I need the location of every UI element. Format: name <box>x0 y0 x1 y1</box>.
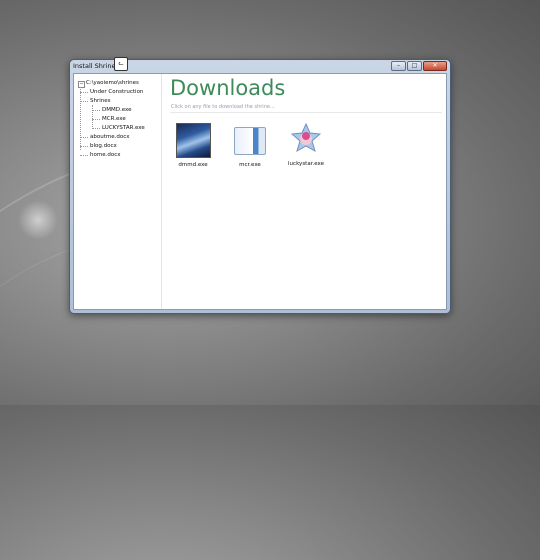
instruction-text: Click on any file to download the shrine… <box>171 104 275 110</box>
close-button[interactable]: ✕ <box>423 61 447 71</box>
window-controls: – □ ✕ <box>391 61 447 71</box>
window-client: − C:\yaoiemo\shrines Under Construction … <box>73 73 447 310</box>
tree-line <box>80 92 88 93</box>
title-bar[interactable]: Install Shrine? ᓚ – □ ✕ <box>70 57 450 73</box>
tree-item-under-construction[interactable]: Under Construction <box>90 89 143 96</box>
downloads-panel: Downloads Click on any file to download … <box>162 74 446 309</box>
executable-window-icon <box>234 127 266 155</box>
anime-thumbnail-icon <box>175 123 211 158</box>
tree-item-luckystar[interactable]: LUCKYSTAR.exe <box>102 125 145 132</box>
star-icon <box>290 122 322 153</box>
file-label: mcr.exe <box>239 162 261 168</box>
file-label: luckystar.exe <box>288 161 324 167</box>
cat-icon: ᓚ <box>114 57 128 71</box>
tree-line <box>92 110 100 111</box>
page-title: Downloads <box>170 76 286 100</box>
tree-item-aboutme[interactable]: aboutme.docx <box>90 134 130 141</box>
tree-line <box>80 87 81 150</box>
file-label: dmmd.exe <box>178 162 208 168</box>
minimize-button[interactable]: – <box>391 61 406 71</box>
file-dmmd[interactable]: dmmd.exe <box>168 123 218 168</box>
window-title: Install Shrine? <box>73 62 119 70</box>
folder-tree: − C:\yaoiemo\shrines Under Construction … <box>74 74 162 309</box>
file-luckystar[interactable]: luckystar.exe <box>281 122 331 167</box>
tree-line <box>80 155 88 156</box>
tree-item-blog[interactable]: blog.docx <box>90 143 117 150</box>
tree-line <box>80 101 88 102</box>
tree-item-shrines[interactable]: Shrines <box>90 98 111 105</box>
tree-line <box>92 128 100 129</box>
tree-item-mcr[interactable]: MCR.exe <box>102 116 126 123</box>
tree-line <box>92 119 100 120</box>
maximize-button[interactable]: □ <box>407 61 422 71</box>
divider <box>170 112 442 113</box>
desktop-glow <box>18 200 58 240</box>
tree-line <box>92 105 93 129</box>
install-shrine-window: Install Shrine? ᓚ – □ ✕ − C:\yaoiemo\shr… <box>69 57 451 314</box>
tree-item-home[interactable]: home.docx <box>90 152 120 159</box>
tree-line <box>80 146 88 147</box>
tree-line <box>80 137 88 138</box>
tree-root[interactable]: C:\yaoiemo\shrines <box>86 80 139 87</box>
tree-item-dmmd[interactable]: DMMD.exe <box>102 107 131 114</box>
file-mcr[interactable]: mcr.exe <box>225 123 275 168</box>
